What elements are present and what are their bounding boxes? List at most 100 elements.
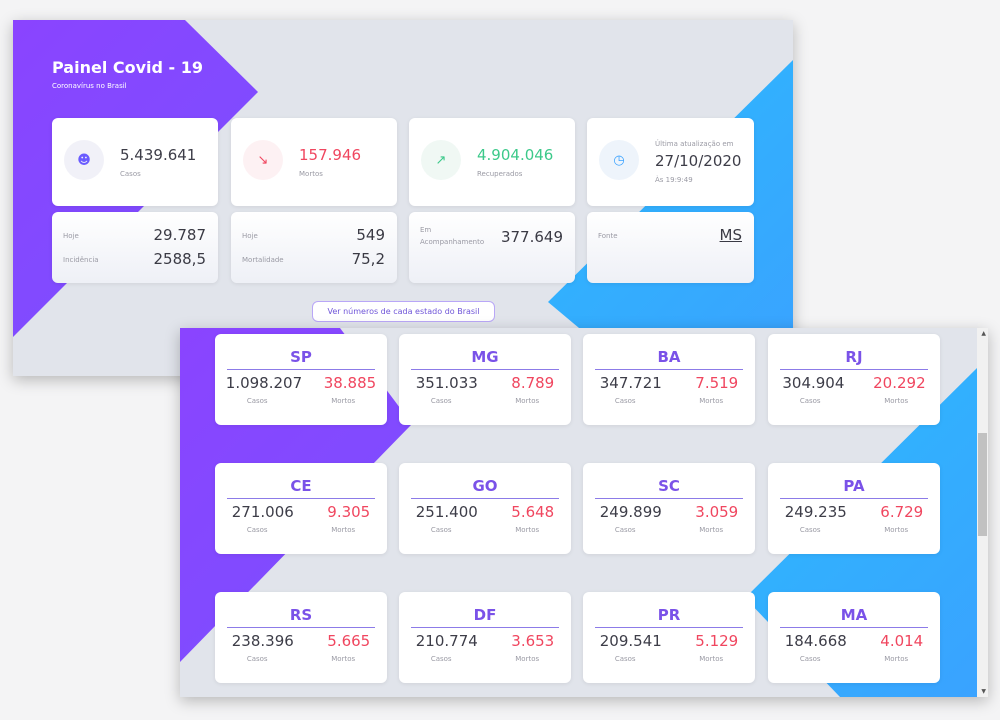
incidence-label: Incidência — [63, 256, 99, 264]
state-name: BA — [657, 348, 681, 366]
divider — [780, 498, 928, 499]
monitoring-value: 377.649 — [500, 228, 563, 246]
update-label: Última atualização em — [655, 140, 734, 148]
deaths-detail-card: Hoje 549 Mortalidade 75,2 — [231, 212, 397, 283]
mortality-value: 75,2 — [351, 250, 385, 268]
state-cases: 251.400 — [415, 503, 478, 521]
state-cases: 238.396 — [231, 632, 294, 650]
user-icon: ☻ — [64, 140, 104, 180]
divider — [411, 627, 559, 628]
page-subtitle: Coronavírus no Brasil — [52, 82, 127, 90]
cases-label: Casos — [246, 526, 268, 534]
state-card: PR 209.541 5.129 Casos Mortos — [583, 592, 755, 683]
cases-label: Casos — [246, 655, 268, 663]
state-card: SC 249.899 3.059 Casos Mortos — [583, 463, 755, 554]
state-name: CE — [290, 477, 312, 495]
deaths-label: Mortos — [515, 655, 540, 663]
source-card: Fonte MS — [587, 212, 754, 283]
state-card: MA 184.668 4.014 Casos Mortos — [768, 592, 940, 683]
cases-value: 5.439.641 — [120, 146, 197, 164]
deaths-label: Mortos — [515, 526, 540, 534]
page-title: Painel Covid - 19 — [52, 58, 204, 77]
state-cases: 249.899 — [599, 503, 662, 521]
divider — [595, 369, 743, 370]
cases-today-label: Hoje — [63, 232, 79, 240]
state-cases: 347.721 — [599, 374, 662, 392]
states-button[interactable]: Ver números de cada estado do Brasil — [312, 301, 495, 322]
deaths-today-value: 549 — [356, 226, 385, 244]
state-name: DF — [473, 606, 497, 624]
monitoring-card: Em Acompanhamento 377.649 — [409, 212, 575, 283]
state-card: CE 271.006 9.305 Casos Mortos — [215, 463, 387, 554]
deaths-value: 157.946 — [299, 146, 362, 164]
cases-label: Casos — [120, 170, 141, 178]
state-cases: 184.668 — [784, 632, 847, 650]
mortality-label: Mortalidade — [242, 256, 284, 264]
state-name: GO — [472, 477, 498, 495]
state-name: SP — [290, 348, 312, 366]
deaths-label: Mortos — [331, 655, 356, 663]
trend-down-icon: ↘ — [243, 140, 283, 180]
cases-label: Casos — [614, 655, 636, 663]
state-cases: 209.541 — [599, 632, 662, 650]
deaths-label: Mortos — [331, 397, 356, 405]
deaths-label: Mortos — [699, 655, 724, 663]
covid-panel-window: Painel Covid - 19 Coronavírus no Brasil … — [13, 20, 793, 376]
state-name: MG — [471, 348, 499, 366]
state-card: MG 351.033 8.789 Casos Mortos — [399, 334, 571, 425]
scroll-up-icon[interactable]: ▲ — [981, 330, 986, 337]
update-time: Às 19:9:49 — [655, 176, 693, 184]
cases-detail-card: Hoje 29.787 Incidência 2588,5 — [52, 212, 218, 283]
state-deaths: 5.648 — [511, 503, 555, 521]
update-card: ◷ Última atualização em 27/10/2020 Às 19… — [587, 118, 754, 206]
state-cases: 210.774 — [415, 632, 478, 650]
clock-icon: ◷ — [599, 140, 639, 180]
deaths-today-label: Hoje — [242, 232, 258, 240]
scroll-down-icon[interactable]: ▼ — [981, 688, 986, 695]
divider — [780, 627, 928, 628]
divider — [227, 498, 375, 499]
cases-label: Casos — [799, 526, 821, 534]
recovered-card: ↗ 4.904.046 Recuperados — [409, 118, 575, 206]
divider — [780, 369, 928, 370]
state-name: RS — [289, 606, 313, 624]
cases-card: ☻ 5.439.641 Casos — [52, 118, 218, 206]
state-deaths: 5.665 — [327, 632, 371, 650]
state-cases: 271.006 — [231, 503, 294, 521]
cases-label: Casos — [799, 655, 821, 663]
deaths-label: Mortos — [515, 397, 540, 405]
cases-label: Casos — [614, 397, 636, 405]
divider — [227, 627, 375, 628]
deaths-label: Mortos — [299, 170, 323, 178]
incidence-value: 2588,5 — [153, 250, 207, 268]
cases-label: Casos — [799, 397, 821, 405]
state-deaths: 20.292 — [873, 374, 926, 392]
state-deaths: 38.885 — [323, 374, 377, 392]
state-card: SP 1.098.207 38.885 Casos Mortos — [215, 334, 387, 425]
scrollbar-thumb[interactable] — [978, 433, 987, 536]
cases-label: Casos — [614, 526, 636, 534]
cases-label: Casos — [430, 526, 452, 534]
deaths-label: Mortos — [331, 526, 356, 534]
deaths-label: Mortos — [884, 526, 909, 534]
state-cases: 351.033 — [415, 374, 478, 392]
state-name: PA — [843, 477, 865, 495]
state-card: DF 210.774 3.653 Casos Mortos — [399, 592, 571, 683]
recovered-label: Recuperados — [477, 170, 523, 178]
divider — [411, 369, 559, 370]
scrollbar[interactable]: ▲ ▼ — [977, 328, 988, 697]
state-deaths: 5.129 — [695, 632, 739, 650]
state-card: RS 238.396 5.665 Casos Mortos — [215, 592, 387, 683]
source-label: Fonte — [598, 232, 618, 240]
state-name: RJ — [845, 348, 863, 366]
state-deaths: 3.653 — [511, 632, 555, 650]
deaths-label: Mortos — [699, 526, 724, 534]
state-deaths: 6.729 — [880, 503, 924, 521]
state-card: RJ 304.904 20.292 Casos Mortos — [768, 334, 940, 425]
source-link[interactable]: MS — [720, 226, 742, 244]
state-deaths: 4.014 — [880, 632, 924, 650]
deaths-label: Mortos — [884, 397, 909, 405]
state-deaths: 9.305 — [327, 503, 371, 521]
states-window: SP 1.098.207 38.885 Casos Mortos MG 351.033… — [180, 328, 988, 697]
state-deaths: 7.519 — [695, 374, 739, 392]
